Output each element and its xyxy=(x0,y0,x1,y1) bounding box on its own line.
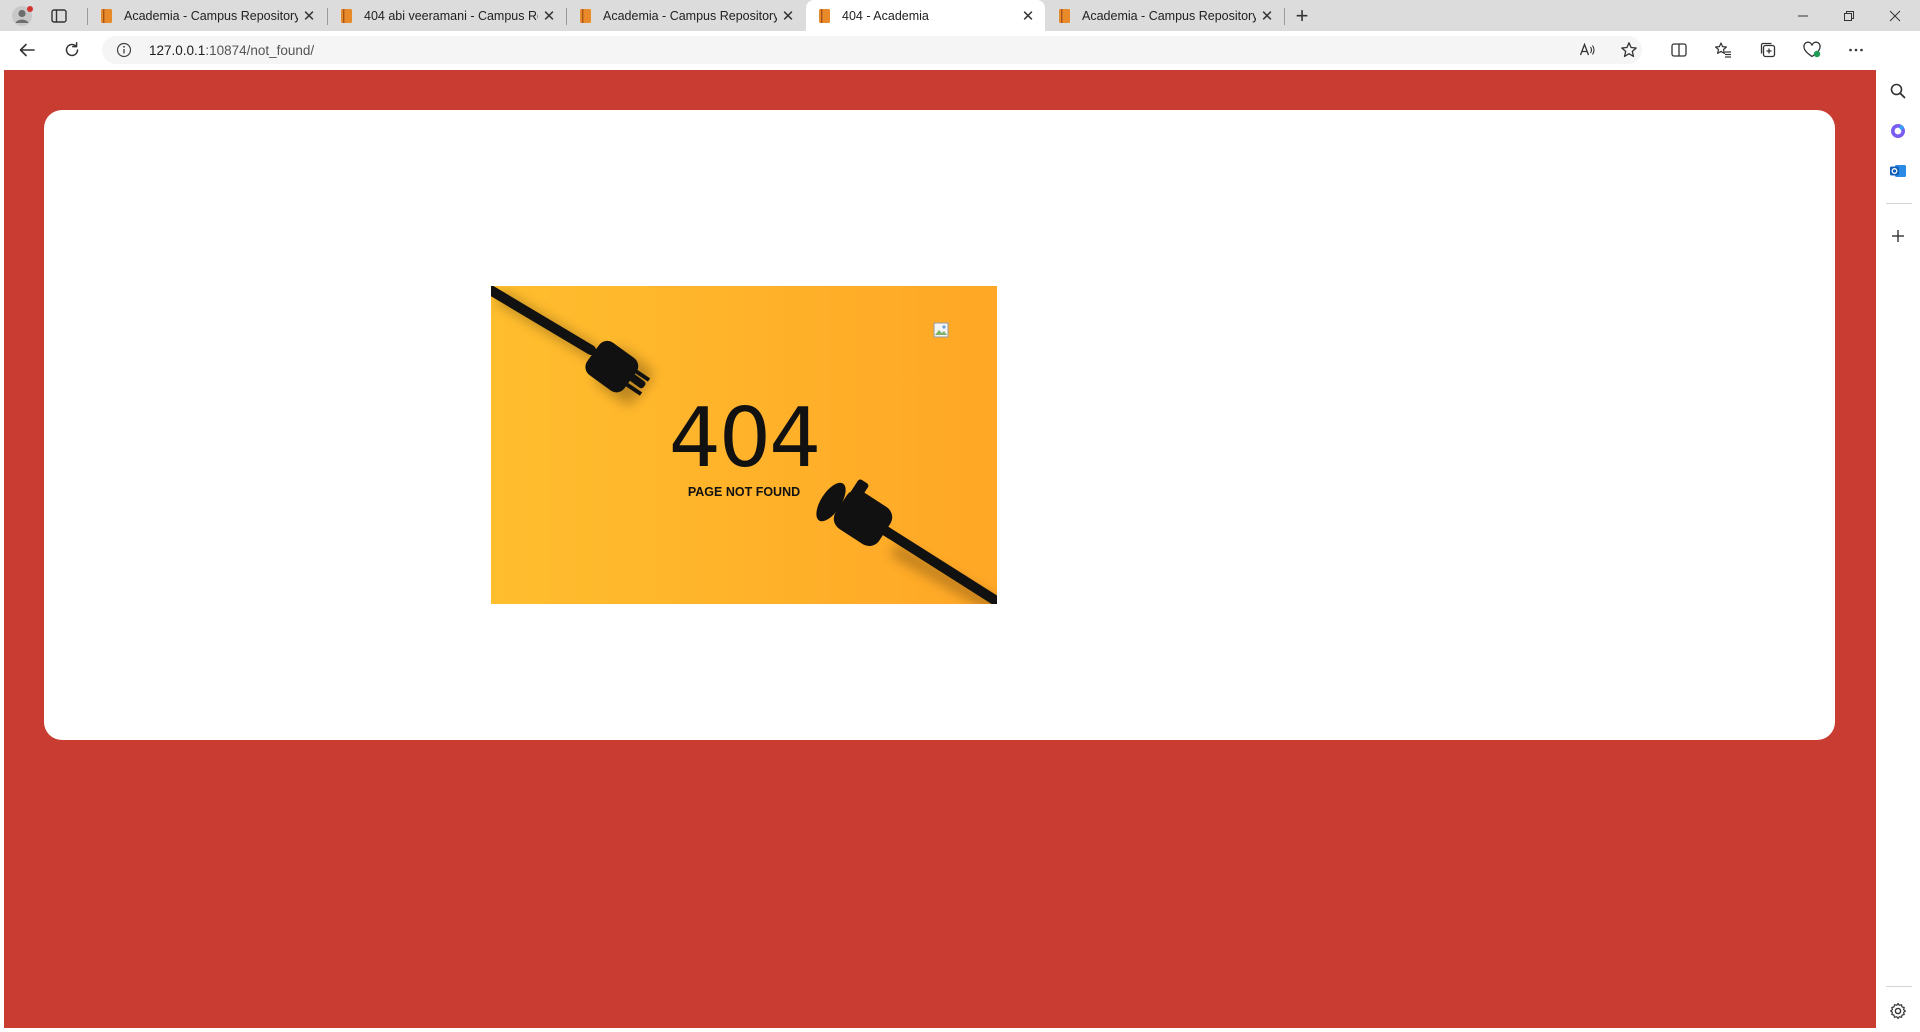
sidebar-divider xyxy=(1886,986,1912,987)
not-found-illustration: 404 PAGE NOT FOUND xyxy=(491,286,997,604)
close-icon[interactable]: ✕ xyxy=(298,5,320,27)
sidebar-add-button[interactable] xyxy=(1886,224,1910,248)
restore-button[interactable] xyxy=(1826,0,1872,31)
error-code: 404 xyxy=(668,391,822,486)
sidebar-outlook-button[interactable] xyxy=(1886,159,1910,183)
gear-icon xyxy=(1890,1002,1906,1020)
tab-academia-3[interactable]: Academia - Campus Repository ✕ xyxy=(1046,0,1284,31)
favorite-button[interactable] xyxy=(1617,38,1641,62)
reload-icon xyxy=(65,42,79,57)
more-button[interactable] xyxy=(1844,38,1868,62)
error-message: PAGE NOT FOUND xyxy=(687,485,801,499)
tab-academia-1[interactable]: Academia - Campus Repository ✕ xyxy=(88,0,326,31)
restore-icon xyxy=(1844,10,1854,21)
collections-button[interactable] xyxy=(1756,38,1780,62)
tab-strip: Academia - Campus Repository ✕ 404 abi v… xyxy=(0,0,1920,31)
sidebar-search-button[interactable] xyxy=(1886,79,1910,103)
tab-title: 404 abi veeramani - Campus Repository xyxy=(364,8,538,23)
address-bar[interactable]: 127.0.0.1:10874/not_found/ xyxy=(102,36,1642,64)
browser-toolbar: 127.0.0.1:10874/not_found/ xyxy=(0,31,1920,69)
url-text[interactable]: 127.0.0.1:10874/not_found/ xyxy=(149,43,314,58)
broken-image-icon xyxy=(933,322,949,338)
favorites-icon xyxy=(1715,42,1731,58)
tab-404-academia[interactable]: 404 - Academia ✕ xyxy=(806,0,1045,31)
url-path: :10874/not_found/ xyxy=(205,43,315,58)
favicon-book-icon xyxy=(341,8,352,23)
tab-title: 404 - Academia xyxy=(842,8,929,23)
back-arrow-icon xyxy=(19,43,35,57)
apps-icon xyxy=(1891,124,1905,138)
close-window-icon xyxy=(1889,10,1901,21)
sidebar-apps-button[interactable] xyxy=(1886,119,1910,143)
close-icon[interactable]: ✕ xyxy=(1256,5,1278,27)
add-icon xyxy=(1892,230,1904,242)
site-info-icon[interactable] xyxy=(116,42,132,58)
page-viewport: 404 PAGE NOT FOUND xyxy=(4,70,1876,1028)
tab-actions-icon[interactable] xyxy=(49,6,69,26)
close-icon[interactable]: ✕ xyxy=(1017,5,1039,27)
minimize-icon xyxy=(1798,15,1808,16)
minimize-button[interactable] xyxy=(1780,0,1826,31)
close-icon[interactable]: ✕ xyxy=(777,5,799,27)
browser-sidebar xyxy=(1876,31,1920,1032)
outlook-icon xyxy=(1890,165,1906,177)
search-icon xyxy=(1890,83,1906,99)
favicon-book-icon xyxy=(101,8,112,23)
split-screen-icon xyxy=(1671,43,1687,57)
star-icon xyxy=(1621,42,1637,58)
sidebar-divider xyxy=(1886,203,1912,204)
new-tab-button[interactable]: + xyxy=(1290,3,1314,28)
more-icon xyxy=(1849,48,1863,52)
tab-title: Academia - Campus Repository xyxy=(603,8,777,23)
notification-dot xyxy=(27,6,33,12)
tab-title: Academia - Campus Repository xyxy=(1082,8,1256,23)
content-card: 404 PAGE NOT FOUND xyxy=(44,110,1835,740)
close-icon[interactable]: ✕ xyxy=(538,5,560,27)
url-host: 127.0.0.1 xyxy=(149,43,206,58)
tab-404-abi[interactable]: 404 abi veeramani - Campus Repository ✕ xyxy=(328,0,566,31)
favicon-book-icon xyxy=(580,8,591,23)
sidebar-settings-button[interactable] xyxy=(1886,999,1910,1023)
favorites-button[interactable] xyxy=(1711,38,1735,62)
tab-title: Academia - Campus Repository xyxy=(124,8,298,23)
favicon-book-icon xyxy=(819,8,830,23)
read-aloud-button[interactable] xyxy=(1575,38,1599,62)
back-button[interactable] xyxy=(15,38,39,62)
reload-button[interactable] xyxy=(60,38,84,62)
browser-essentials-icon xyxy=(1803,41,1821,58)
browser-essentials-button[interactable] xyxy=(1800,38,1824,62)
split-screen-button[interactable] xyxy=(1667,38,1691,62)
tab-academia-2[interactable]: Academia - Campus Repository ✕ xyxy=(567,0,805,31)
close-window-button[interactable] xyxy=(1872,0,1918,31)
tab-separator xyxy=(1284,8,1285,25)
favicon-book-icon xyxy=(1059,8,1070,23)
collections-icon xyxy=(1760,42,1776,58)
read-aloud-icon xyxy=(1579,42,1595,56)
